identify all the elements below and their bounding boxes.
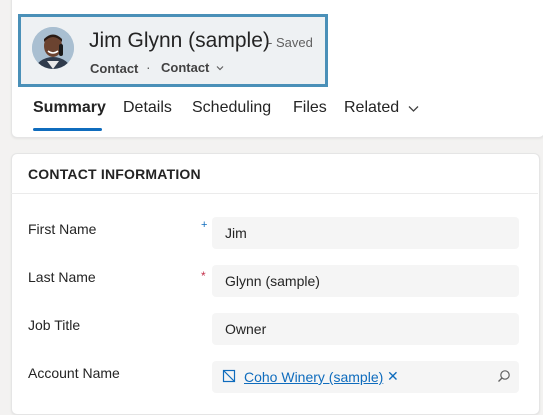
- contact-avatar: [32, 27, 74, 69]
- tab-related-label: Related: [344, 99, 400, 116]
- last-name-label: Last Name: [28, 269, 96, 285]
- account-record-icon: [222, 369, 236, 383]
- active-tab-indicator: [33, 128, 102, 131]
- account-name-link[interactable]: Coho Winery (sample): [244, 369, 383, 385]
- first-name-input[interactable]: [212, 217, 519, 249]
- chevron-down-icon: [216, 65, 224, 70]
- record-title: Jim Glynn (sample): [89, 29, 270, 52]
- search-icon[interactable]: [497, 369, 511, 383]
- account-name-lookup[interactable]: Coho Winery (sample) ✕: [212, 361, 519, 393]
- account-name-label: Account Name: [28, 365, 120, 381]
- tab-related[interactable]: Related: [344, 97, 420, 119]
- job-title-input[interactable]: [212, 313, 519, 345]
- form-selector[interactable]: Contact: [161, 60, 225, 75]
- section-divider: [11, 193, 538, 194]
- recommended-marker: +: [201, 219, 208, 231]
- tab-summary[interactable]: Summary: [33, 97, 106, 119]
- last-name-input[interactable]: [212, 265, 519, 297]
- tab-details[interactable]: Details: [123, 97, 172, 119]
- tab-files[interactable]: Files: [293, 97, 327, 119]
- save-status: - Saved: [268, 35, 313, 50]
- chevron-down-icon: [408, 105, 419, 112]
- header-separator: ·: [146, 59, 151, 75]
- job-title-label: Job Title: [28, 317, 81, 333]
- entity-type-label: Contact: [90, 61, 139, 76]
- required-marker: *: [201, 269, 206, 283]
- remove-icon[interactable]: ✕: [387, 368, 399, 385]
- first-name-label: First Name: [28, 221, 97, 237]
- tab-scheduling[interactable]: Scheduling: [192, 97, 271, 119]
- form-selector-label: Contact: [161, 60, 210, 75]
- section-title: CONTACT INFORMATION: [28, 166, 201, 182]
